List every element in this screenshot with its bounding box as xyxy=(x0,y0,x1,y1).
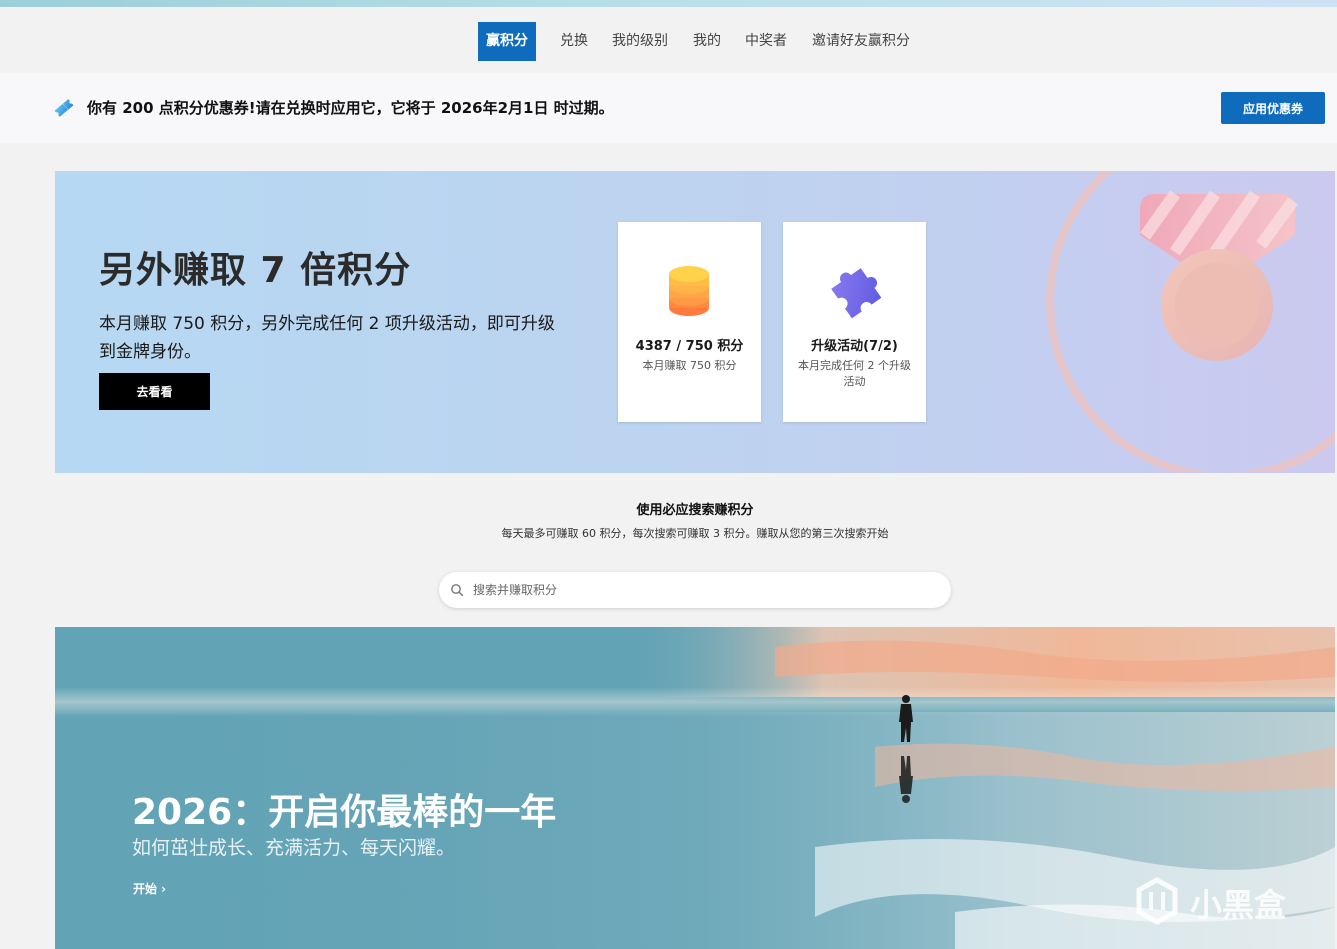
points-progress-title: 4387 / 750 积分 xyxy=(635,339,744,354)
medal-icon xyxy=(1046,171,1335,471)
level-up-promo: 另外赚取 7 倍积分 本月赚取 750 积分，另外完成任何 2 项升级活动，即可… xyxy=(55,171,1335,473)
nav-tab-redeem[interactable]: 兑换 xyxy=(556,22,592,61)
check-it-out-button[interactable]: 去看看 xyxy=(99,373,210,410)
promo-title: 另外赚取 7 倍积分 xyxy=(99,250,412,291)
hero-subtitle: 如何茁壮成长、充满活力、每天闪耀。 xyxy=(132,837,456,859)
search-input[interactable] xyxy=(471,572,931,608)
puzzle-piece-icon xyxy=(831,268,882,319)
hero-start-link[interactable]: 开始 › xyxy=(133,880,166,897)
watermark-text: 小黑盒 xyxy=(1190,886,1287,924)
hero-title: 2026：开启你最棒的一年 xyxy=(132,792,557,833)
nav-tab-invite-friends[interactable]: 邀请好友赢积分 xyxy=(809,22,913,61)
coupon-message: 你有 200 点积分优惠券!请在兑换时应用它，它将于 2026年2月1日 时过期… xyxy=(87,99,614,117)
top-nav: 赢积分 兑换 我的级别 我的 中奖者 邀请好友赢积分 xyxy=(0,7,1337,73)
promo-description: 本月赚取 750 积分，另外完成任何 2 项升级活动，即可升级到金牌身份。 xyxy=(99,314,555,362)
points-progress-subtitle: 本月赚取 750 积分 xyxy=(642,359,737,372)
apply-coupon-button[interactable]: 应用优惠券 xyxy=(1221,92,1325,124)
search-section-title: 使用必应搜索赚积分 xyxy=(636,503,754,518)
coupon-banner: 你有 200 点积分优惠券!请在兑换时应用它，它将于 2026年2月1日 时过期… xyxy=(0,73,1337,143)
ticket-icon xyxy=(54,99,74,117)
search-section-subtitle: 每天最多可赚取 60 积分，每次搜索可赚取 3 积分。赚取从您的第三次搜索开始 xyxy=(501,527,889,540)
nav-tab-winners[interactable]: 中奖者 xyxy=(742,22,790,61)
coin-stack-icon xyxy=(669,266,709,316)
search-icon xyxy=(451,584,464,597)
nav-tab-earn[interactable]: 赢积分 xyxy=(478,22,536,61)
top-gradient-strip xyxy=(0,0,1337,7)
upgrade-activity-subtitle: 本月完成任何 2 个升级活动 xyxy=(798,359,911,388)
nav-tab-my-level[interactable]: 我的级别 xyxy=(610,22,670,61)
nav-tab-mine[interactable]: 我的 xyxy=(690,22,724,61)
points-progress-card[interactable]: 4387 / 750 积分 本月赚取 750 积分 xyxy=(618,222,761,422)
search-box[interactable] xyxy=(439,572,951,608)
upgrade-activity-card[interactable]: 升级活动(7/2) 本月完成任何 2 个升级活动 xyxy=(783,222,926,422)
upgrade-activity-title: 升级活动(7/2) xyxy=(811,339,898,354)
